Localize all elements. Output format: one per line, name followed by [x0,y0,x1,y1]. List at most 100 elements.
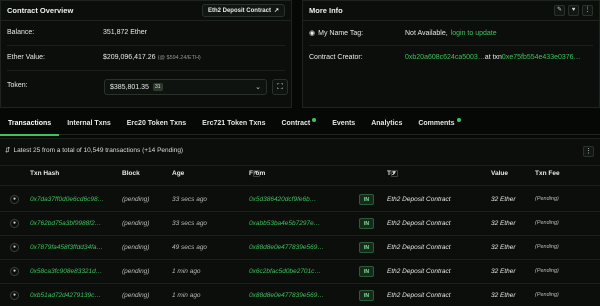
balance-row: Balance: 351,872 Ether [7,29,285,36]
txn-hash-link[interactable]: 0x7da37ff0d0e6cd6c98… [30,188,104,211]
ether-value-label: Ether Value: [7,54,46,61]
tab-comments-wrap[interactable]: Comments [410,113,468,135]
table-header: Txn Hash Block Age From ▼ To ▼ Value Txn F… [0,170,600,186]
eye-icon[interactable]: ● [10,219,19,228]
more-info-card: More Info ✎ ♥ ⋮ ◉ My Name Tag: Not Avail… [302,0,600,108]
contract-overview-header: Contract Overview Eth2 Deposit Contract … [1,1,291,21]
age-value: 33 secs ago [172,196,208,203]
contract-tag-button[interactable]: Eth2 Deposit Contract ↗ [201,4,285,17]
filter-icon[interactable]: ▼ [391,170,398,177]
ether-value-row: Ether Value: $209,096,417.26 (@ $594.24/… [7,54,285,61]
value-amount: 32 Ether [491,268,516,275]
value-amount: 32 Ether [491,196,516,203]
value-amount: 32 Ether [491,244,516,251]
name-tag-value: Not Available, [405,29,448,37]
from-address-link[interactable]: 0x88d8e0e477839e569… [249,284,324,306]
to-contract: Eth2 Deposit Contract [387,292,451,299]
divider [0,185,600,186]
expand-icon[interactable]: ⛶ [272,79,288,95]
table-row: ● 0xb51ad72d4279139c… (pending) 1 min ago 0x… [0,284,600,306]
creator-address-link[interactable]: 0xb20a608c624ca5003… [405,54,485,61]
contract-overview-card: Contract Overview Eth2 Deposit Contract … [0,0,292,108]
balance-label: Balance: [7,29,35,36]
eye-icon[interactable]: ● [10,267,19,276]
creator-txn-link[interactable]: 0xe75fb554e433e0376… [502,54,581,61]
direction-badge: IN [359,266,374,277]
token-label: Token: [7,82,28,89]
tab-events[interactable]: Events [324,113,363,135]
txn-fee: (Pending) [535,196,559,202]
txn-hash-link[interactable]: 0x58ca3fc908e83321d… [30,260,102,283]
block-value: (pending) [122,268,150,275]
heart-icon[interactable]: ♥ [568,5,579,16]
table-row: ● 0x7879fa458f3ffdd34fa… (pending) 49 secs … [0,236,600,259]
txn-hash-link[interactable]: 0x7879fa458f3ffdd34fa… [30,236,103,259]
user-icon: ◉ [309,30,316,37]
ether-price: (@ $594.24/ETH) [157,54,201,61]
from-address-link[interactable]: 0x5d386420dcf9fe6b… [249,188,316,211]
chevron-down-icon: ⌄ [255,84,261,91]
login-link[interactable]: login to update [451,30,497,37]
block-value: (pending) [122,244,150,251]
age-value: 49 secs ago [172,244,208,251]
table-row: ● 0x58ca3fc908e83321d… (pending) 1 min ago 0… [0,260,600,283]
tab-internal-txns[interactable]: Internal Txns [59,113,119,135]
direction-badge: IN [359,218,374,229]
token-count-badge: 31 [152,83,163,91]
ether-value: $209,096,417.26 [103,54,156,61]
from-address-link[interactable]: 0x6c2bfac5d0be2701c… [249,260,321,283]
tab-analytics[interactable]: Analytics [363,113,410,135]
txn-fee: (Pending) [535,220,559,226]
more-info-title: More Info [309,6,343,15]
eye-icon[interactable]: ● [10,195,19,204]
summary-text: Latest 25 from a total of 10,549 transac… [13,146,184,154]
name-tag-label-wrap: ◉ My Name Tag: [309,29,405,38]
more-info-header: More Info ✎ ♥ ⋮ [303,1,599,21]
table-row: ● 0x7da37ff0d0e6cd6c98… (pending) 33 secs a… [0,188,600,211]
col-txn-hash: Txn Hash [30,170,60,177]
tab-transactions[interactable]: Transactions [0,113,60,136]
age-value: 1 min ago [172,268,201,275]
block-value: (pending) [122,196,150,203]
age-value: 1 min ago [172,292,201,299]
tab-erc20-token-txns[interactable]: Erc20 Token Txns [119,113,194,135]
filter-icon[interactable]: ▼ [253,170,260,177]
col-value: Value [491,170,508,177]
tab-erc721-token-txns[interactable]: Erc721 Token Txns [194,113,273,135]
more-info-actions: ✎ ♥ ⋮ [554,5,593,16]
tab-comments: Comments [418,119,455,127]
contract-tag-label: Eth2 Deposit Contract [207,7,271,14]
direction-badge: IN [359,194,374,205]
from-address-link[interactable]: 0xabb53ba4e5b7297e… [249,212,320,235]
to-contract: Eth2 Deposit Contract [387,220,451,227]
contract-overview-title: Contract Overview [7,6,74,15]
transactions-panel: ⇵ Latest 25 from a total of 10,549 trans… [0,138,600,306]
balance-value: 351,872 Ether [103,29,147,36]
more-options-icon[interactable]: ⋮ [582,5,593,16]
divider [7,45,285,46]
eye-icon[interactable]: ● [10,291,19,300]
txn-hash-link[interactable]: 0xb51ad72d4279139c… [30,284,101,306]
table-row: ● 0x762bd75a3bf9988f2… (pending) 33 secs ag… [0,212,600,235]
tab-contract-wrap[interactable]: Contract [273,113,324,135]
creator-at-text: at txn [484,54,502,61]
col-age[interactable]: Age [172,170,184,177]
transactions-summary: ⇵ Latest 25 from a total of 10,549 trans… [5,146,184,155]
value-amount: 32 Ether [491,292,516,299]
token-value: $385,801.35 [110,83,149,91]
more-options-icon[interactable]: ⋮ [583,146,594,157]
from-address-link[interactable]: 0x88d8e0e477839e569… [249,236,324,259]
verified-dot-icon [312,117,317,122]
col-txn-fee[interactable]: Txn Fee [535,170,560,177]
edit-icon[interactable]: ✎ [554,5,565,16]
eye-icon[interactable]: ● [10,243,19,252]
to-contract: Eth2 Deposit Contract [387,268,451,275]
to-contract: Eth2 Deposit Contract [387,244,451,251]
token-select[interactable]: $385,801.35 31 ⌄ [104,79,267,95]
external-link-icon: ↗ [273,8,279,14]
info-dot-icon [456,117,461,122]
txn-hash-link[interactable]: 0x762bd75a3bf9988f2… [30,212,101,235]
creator-row: Contract Creator: 0xb20a608c624ca5003… a… [309,54,593,61]
direction-badge: IN [359,242,374,253]
tab-bar: Transactions Internal Txns Erc20 Token T… [0,113,600,136]
